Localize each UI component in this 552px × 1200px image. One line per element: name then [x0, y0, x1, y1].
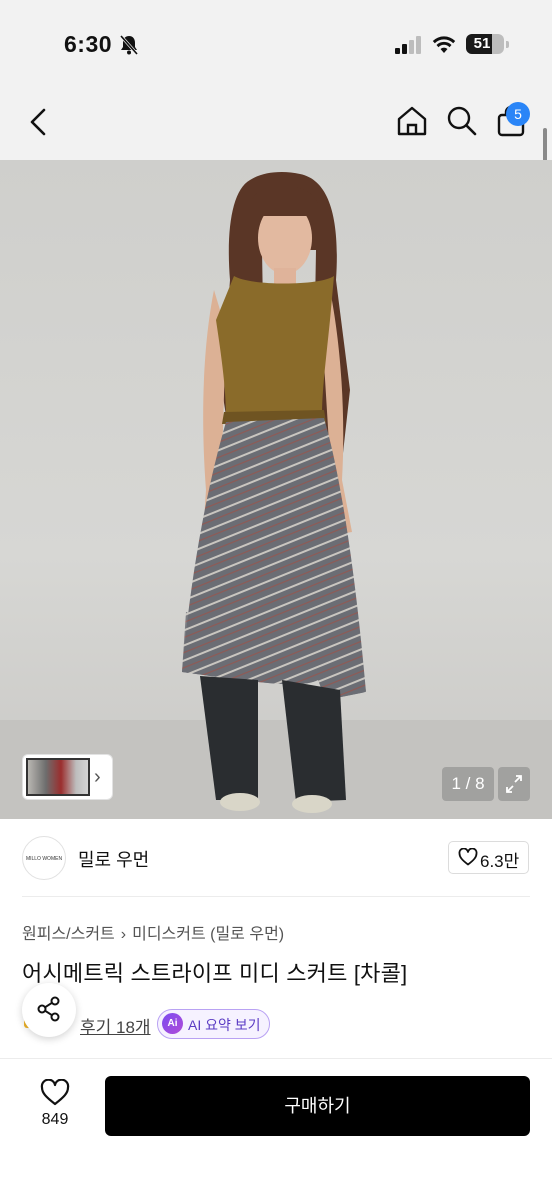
- battery-cap: [506, 41, 509, 48]
- wishlist-count: 849: [41, 1111, 69, 1128]
- review-count-link[interactable]: 후기 18개: [80, 1013, 151, 1038]
- chevron-right-icon[interactable]: ›: [94, 766, 101, 789]
- thumbnail-preview[interactable]: [26, 758, 90, 796]
- share-icon: [37, 996, 60, 1022]
- brand-logo[interactable]: MILLO WOMEN: [22, 836, 66, 880]
- expand-button[interactable]: [498, 767, 530, 801]
- home-icon[interactable]: [395, 104, 429, 138]
- heart-icon[interactable]: [40, 1079, 70, 1106]
- brand-like-count: 6.3만: [480, 852, 520, 871]
- breadcrumb-item-category[interactable]: 원피스/스커트: [22, 926, 115, 943]
- ai-summary-label: AI 요약 보기: [188, 1017, 261, 1033]
- breadcrumb-separator: ›: [120, 926, 127, 943]
- wifi-icon: [432, 36, 456, 53]
- cart-count-badge: 5: [506, 102, 530, 126]
- product-photo: [0, 172, 552, 819]
- product-title: 어시메트릭 스트라이프 미디 스커트 [차콜]: [22, 961, 408, 986]
- product-image[interactable]: [0, 160, 552, 819]
- ai-badge: Ai: [162, 1013, 183, 1034]
- expand-icon: [506, 775, 522, 793]
- status-time: 6:30: [64, 31, 113, 57]
- heart-icon: [458, 848, 478, 866]
- breadcrumb: 원피스/스커트 › 미디스커트 (밀로 우먼): [22, 920, 284, 944]
- breadcrumb-item-subcategory[interactable]: 미디스커트 (밀로 우먼): [132, 926, 284, 943]
- divider: [22, 896, 530, 897]
- search-icon[interactable]: [445, 104, 479, 138]
- brand-name[interactable]: 밀로 우먼: [78, 846, 149, 872]
- battery-icon: 51: [466, 34, 504, 54]
- battery-percentage: 51: [473, 35, 491, 52]
- back-arrow-icon[interactable]: [24, 106, 54, 138]
- signal-icon: [395, 36, 421, 54]
- bell-off-icon: [119, 35, 139, 55]
- buy-button[interactable]: 구매하기: [105, 1076, 530, 1136]
- image-page-counter: 1 / 8: [442, 767, 494, 801]
